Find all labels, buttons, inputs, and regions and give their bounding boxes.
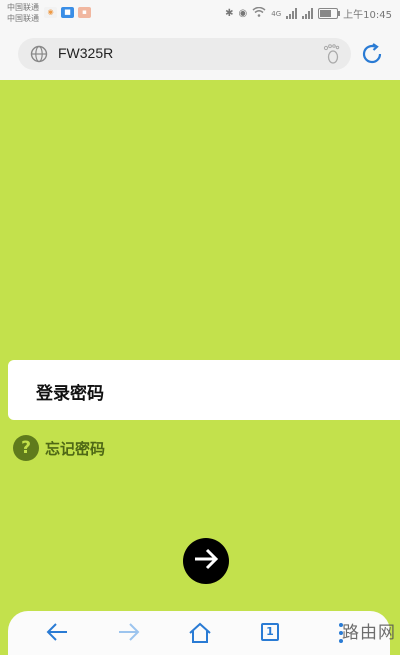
back-button[interactable] [46, 622, 68, 646]
question-icon: ? [13, 435, 39, 461]
clock: 上午10:45 [343, 10, 392, 21]
status-indicators: ✱ ◉ 4G 上午10:45 [225, 6, 392, 21]
weibo-icon: ◉ [44, 7, 57, 18]
login-submit-button[interactable] [183, 538, 229, 584]
address-bar[interactable]: FW325R [18, 38, 351, 70]
news-app-icon: ■ [61, 7, 74, 18]
forgot-password-link[interactable]: ? 忘记密码 [13, 435, 105, 461]
carrier-info: 中国联通 中国联通 [7, 2, 39, 24]
globe-icon [30, 45, 48, 67]
wifi-icon [252, 6, 266, 20]
password-field[interactable]: 登录密码 [8, 360, 400, 420]
watermark: 路由网 [342, 623, 396, 643]
network-type: 4G [271, 9, 282, 18]
signal-strength-2-icon [302, 8, 314, 19]
browser-top-bar: FW325R [0, 28, 400, 80]
home-icon [189, 622, 211, 643]
arrow-right-icon [192, 547, 220, 575]
home-button[interactable] [188, 622, 212, 648]
notification-icons: ◉ ■ ▪ [44, 7, 91, 18]
footprint-icon[interactable] [323, 44, 341, 68]
refresh-icon[interactable] [360, 42, 384, 70]
arrow-left-icon [46, 623, 67, 641]
forgot-password-label: 忘记密码 [45, 439, 106, 458]
arrow-right-icon [119, 623, 140, 641]
app-notification-icon: ▪ [78, 7, 91, 18]
signal-strength-icon [286, 8, 298, 19]
tabs-button[interactable]: 1 [261, 623, 279, 641]
forward-button[interactable] [118, 622, 140, 646]
browser-bottom-toolbar: 1 [8, 611, 390, 655]
url-text: FW325R [58, 45, 114, 61]
password-label: 登录密码 [36, 384, 104, 404]
carrier-2: 中国联通 [7, 14, 39, 23]
battery-icon [318, 8, 341, 19]
carrier-1: 中国联通 [7, 3, 39, 12]
status-bar: 中国联通 中国联通 ◉ ■ ▪ ✱ ◉ 4G 上午10:45 [0, 0, 400, 28]
bluetooth-icon: ✱ [225, 8, 234, 19]
eye-icon: ◉ [238, 8, 248, 19]
